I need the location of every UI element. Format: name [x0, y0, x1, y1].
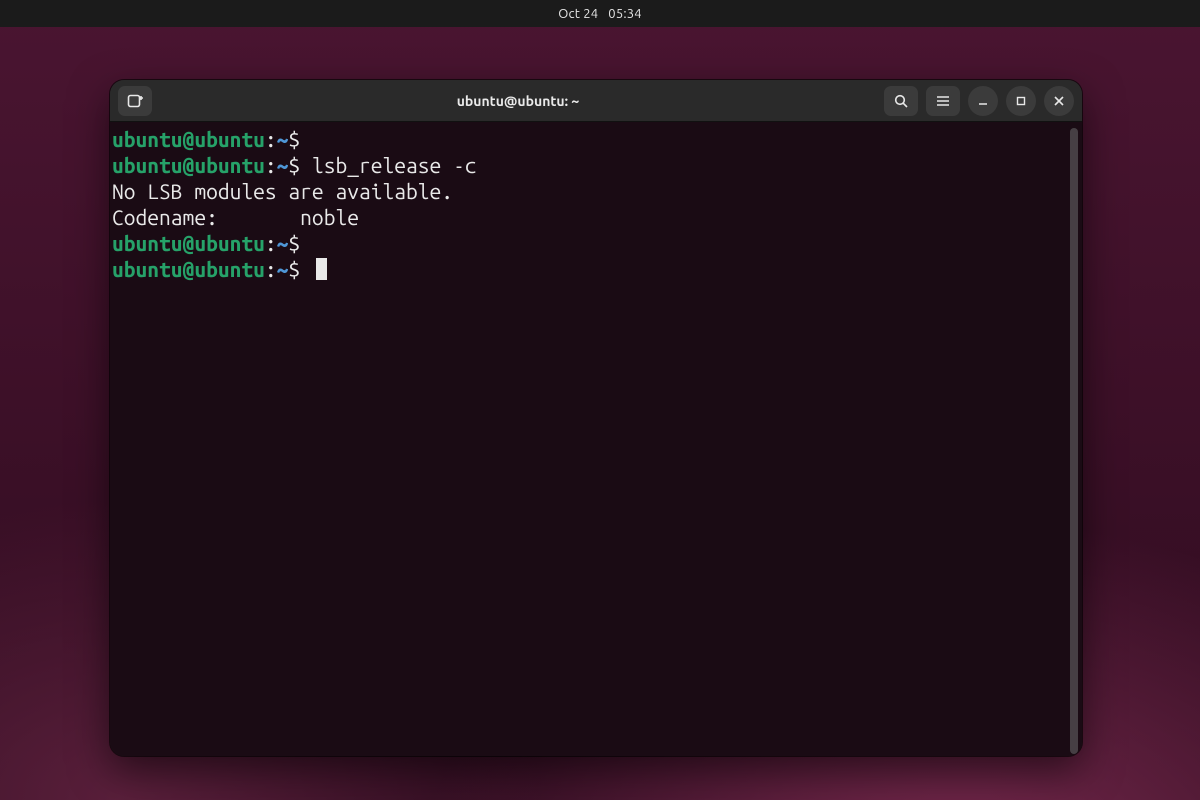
search-button[interactable]: [884, 86, 918, 116]
maximize-button[interactable]: [1006, 86, 1036, 116]
maximize-icon: [1015, 95, 1027, 107]
search-icon: [893, 93, 909, 109]
cursor: [316, 258, 327, 280]
top-menu-bar: Oct 24 05:34: [0, 0, 1200, 27]
new-tab-icon: [126, 92, 144, 110]
terminal-window: ubuntu@ubuntu: ~: [110, 80, 1082, 756]
minimize-icon: [977, 95, 989, 107]
terminal-body[interactable]: ubuntu@ubuntu:~$ ubuntu@ubuntu:~$ lsb_re…: [110, 122, 1082, 756]
clock[interactable]: Oct 24 05:34: [558, 7, 642, 21]
hamburger-icon: [935, 93, 951, 109]
new-tab-button[interactable]: [118, 86, 152, 116]
close-icon: [1053, 95, 1065, 107]
terminal-text[interactable]: ubuntu@ubuntu:~$ ubuntu@ubuntu:~$ lsb_re…: [112, 126, 1068, 752]
scrollbar[interactable]: [1068, 126, 1080, 752]
window-title: ubuntu@ubuntu: ~: [160, 93, 876, 109]
close-button[interactable]: [1044, 86, 1074, 116]
clock-time: 05:34: [608, 7, 642, 21]
clock-date: Oct 24: [558, 7, 598, 21]
window-titlebar[interactable]: ubuntu@ubuntu: ~: [110, 80, 1082, 122]
menu-button[interactable]: [926, 86, 960, 116]
scrollbar-thumb[interactable]: [1070, 128, 1078, 754]
minimize-button[interactable]: [968, 86, 998, 116]
